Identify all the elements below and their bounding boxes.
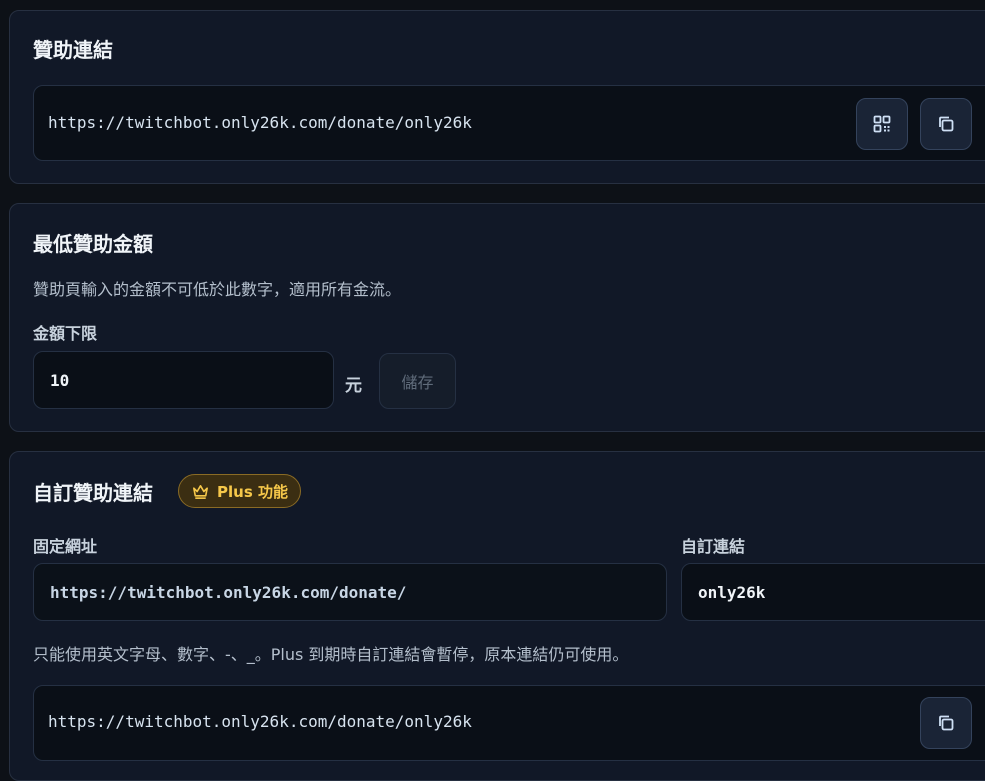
donate-url-box: https://twitchbot.only26k.com/donate/onl… [33,85,985,161]
min-amount-label: 金額下限 [33,324,98,343]
custom-link-hint: 只能使用英文字母、數字、-、_。Plus 到期時自訂連結會暫停，原本連結仍可使用… [33,645,629,664]
donate-link-card: 贊助連結 https://twitchbot.only26k.com/donat… [9,10,985,184]
custom-slug-label: 自訂連結 [681,537,746,556]
custom-link-card: 自訂贊助連結 Plus 功能 固定網址 https://twitchbot.on… [9,451,985,781]
min-amount-card: 最低贊助金額 贊助頁輸入的金額不可低於此數字，適用所有金流。 金額下限 10 元… [9,203,985,432]
custom-slug-input[interactable]: only26k [681,563,985,621]
copy-icon [939,715,954,731]
currency-unit: 元 [345,376,362,396]
save-button[interactable]: 儲存 [379,353,456,409]
fixed-url-field: https://twitchbot.only26k.com/donate/ [33,563,667,621]
custom-url-text: https://twitchbot.only26k.com/donate/onl… [48,712,472,731]
donate-url-text: https://twitchbot.only26k.com/donate/onl… [48,113,472,132]
plus-badge-label: Plus 功能 [217,482,288,501]
custom-link-title: 自訂贊助連結 [33,481,153,505]
donate-link-title: 贊助連結 [33,38,113,62]
custom-url-box: https://twitchbot.only26k.com/donate/onl… [33,685,985,761]
min-amount-title: 最低贊助金額 [33,232,153,256]
copy-icon [939,116,954,132]
min-amount-description: 贊助頁輸入的金額不可低於此數字，適用所有金流。 [33,280,402,299]
fixed-url-label: 固定網址 [33,537,98,556]
min-amount-input[interactable]: 10 [33,351,334,409]
plus-feature-badge: Plus 功能 [178,474,301,508]
qr-code-button[interactable] [856,98,908,150]
copy-custom-link-button[interactable] [920,697,972,749]
crown-icon [193,484,208,499]
copy-link-button[interactable] [920,98,972,150]
qr-code-icon [873,115,891,133]
